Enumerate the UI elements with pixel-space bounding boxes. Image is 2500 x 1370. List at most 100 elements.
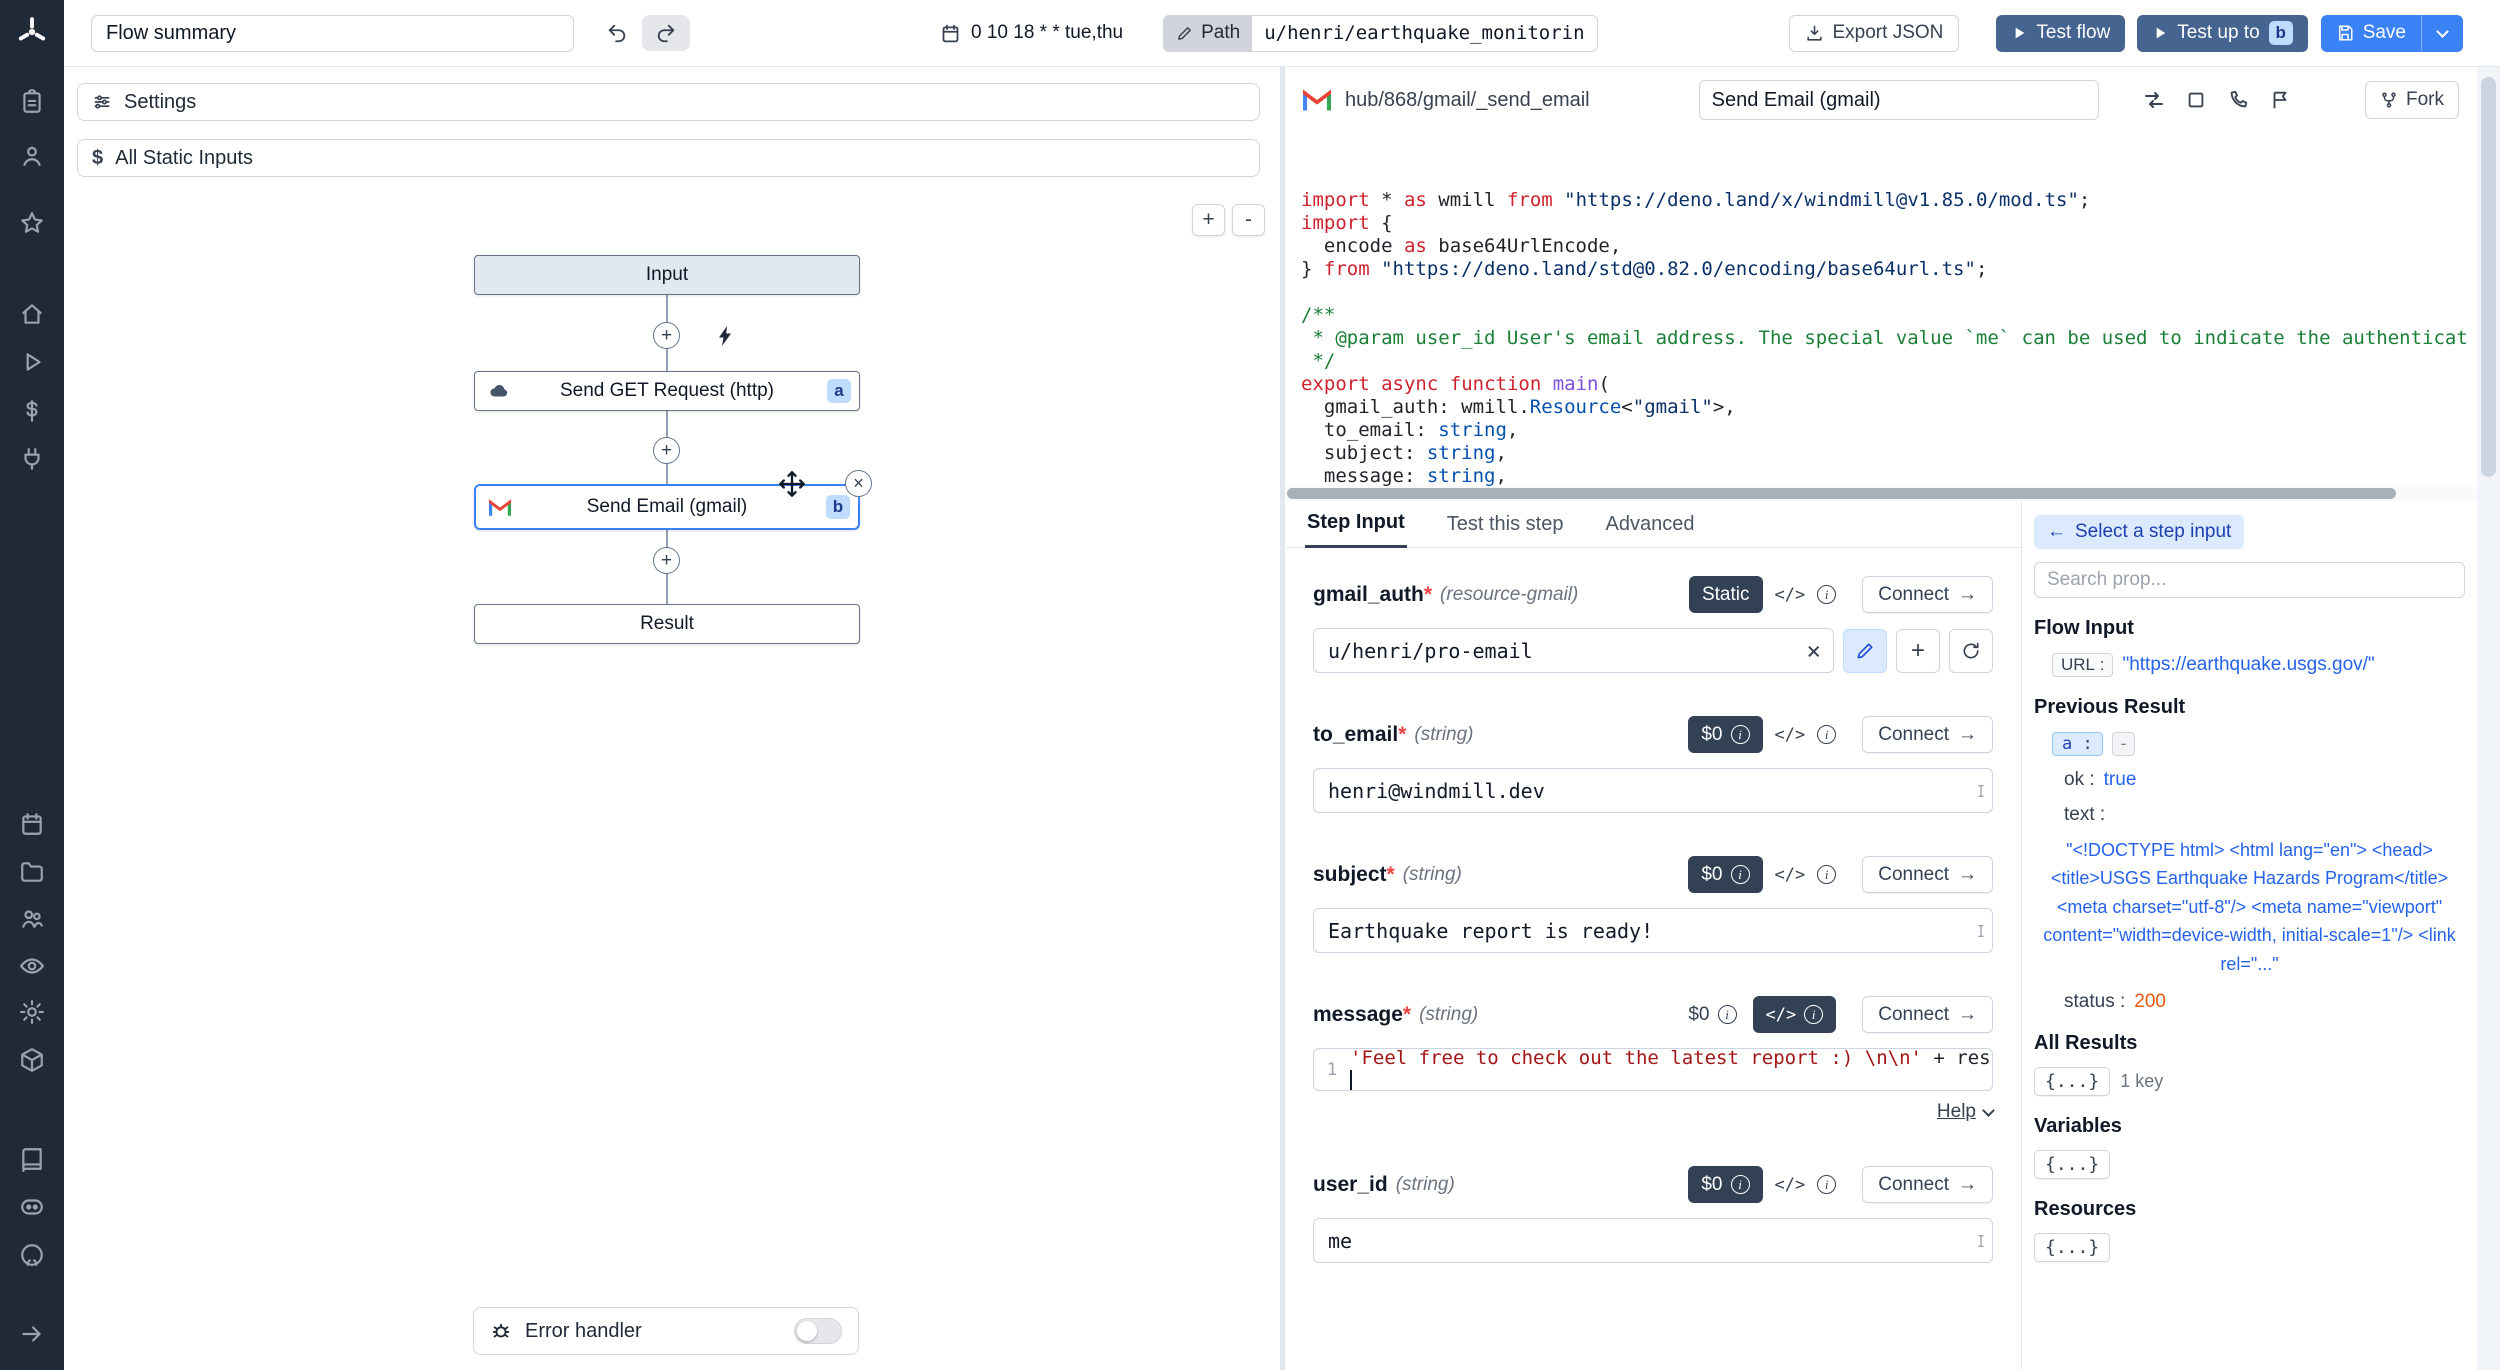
github-icon[interactable] <box>19 1242 45 1268</box>
edit-resource-button[interactable] <box>1843 629 1887 673</box>
info-icon[interactable] <box>1817 856 1836 893</box>
connect-button[interactable]: Connect <box>1862 856 1993 893</box>
code-mode-icon[interactable] <box>1775 576 1806 613</box>
mode-expr-button[interactable]: $0 <box>1684 996 1740 1033</box>
eye-icon[interactable] <box>19 953 45 979</box>
gear-icon[interactable] <box>19 999 45 1025</box>
flow-summary-input[interactable] <box>91 15 574 52</box>
prop-row-a[interactable]: a - <box>2034 732 2465 756</box>
test-flow-button[interactable]: Test flow <box>1996 15 2125 52</box>
cube-icon[interactable] <box>19 1047 45 1073</box>
mode-expr-button[interactable]: $0 <box>1688 1166 1762 1203</box>
variables-object-chip[interactable]: {...} <box>2034 1150 2110 1179</box>
flow-node-http[interactable]: Send GET Request (http) a <box>474 371 860 411</box>
search-prop-input[interactable] <box>2034 562 2465 598</box>
user-id-input[interactable]: me <box>1313 1218 1993 1263</box>
code-horizontal-scrollbar[interactable] <box>1285 486 2477 501</box>
prop-row-ok[interactable]: ok true <box>2034 769 2465 791</box>
error-handler-row[interactable]: Error handler <box>473 1307 859 1355</box>
book-icon[interactable] <box>19 1146 45 1172</box>
swap-arrows-icon[interactable] <box>2141 87 2167 113</box>
discord-icon[interactable] <box>19 1194 45 1220</box>
phone-icon[interactable] <box>2225 87 2251 113</box>
users-group-icon[interactable] <box>19 905 45 931</box>
code-mode-icon[interactable] <box>1775 716 1806 753</box>
test-up-to-button[interactable]: Test up to b <box>2137 15 2307 52</box>
prop-row-text[interactable]: text <box>2034 804 2465 826</box>
connect-button[interactable]: Connect <box>1862 576 1993 613</box>
tab-advanced[interactable]: Advanced <box>1603 513 1696 547</box>
undo-button[interactable] <box>598 15 636 51</box>
vertical-scrollbar[interactable] <box>2477 67 2500 1370</box>
info-icon[interactable] <box>1817 716 1836 753</box>
info-icon[interactable] <box>1817 1166 1836 1203</box>
schedule-cron[interactable]: 0 10 18 * * tue,thu <box>940 22 1123 44</box>
to-email-input[interactable]: henri@windmill.dev <box>1313 768 1993 813</box>
folder-icon[interactable] <box>19 859 45 885</box>
flow-node-input[interactable]: Input <box>474 255 860 295</box>
mode-expr-button[interactable]: $0 <box>1688 856 1762 893</box>
error-handler-toggle[interactable] <box>794 1318 842 1344</box>
help-link[interactable]: Help <box>1937 1101 1976 1123</box>
export-json-button[interactable]: Export JSON <box>1789 15 1960 52</box>
star-icon[interactable] <box>19 210 45 236</box>
home-icon[interactable] <box>19 301 45 327</box>
save-button[interactable]: Save <box>2321 15 2421 52</box>
flow-node-result[interactable]: Result <box>474 604 860 644</box>
code-mode-icon <box>1766 1004 1797 1026</box>
subject-input[interactable]: Earthquake report is ready! <box>1313 908 1993 953</box>
expression-help[interactable]: Help <box>1313 1101 1993 1123</box>
flow-settings-bar[interactable]: Settings <box>77 83 1260 121</box>
close-icon[interactable] <box>845 470 872 497</box>
mode-expr-button[interactable]: $0 <box>1688 716 1762 753</box>
code-mode-button-active[interactable] <box>1753 996 1837 1033</box>
message-expression-editor[interactable]: 1 'Feel free to check out the latest rep… <box>1313 1048 1993 1091</box>
refresh-resource-button[interactable] <box>1949 629 1993 673</box>
clear-icon[interactable] <box>1807 639 1821 663</box>
tab-step-input[interactable]: Step Input <box>1305 511 1407 548</box>
connect-button[interactable]: Connect <box>1862 716 1993 753</box>
prop-key-a: a <box>2052 732 2103 756</box>
insert-step-button[interactable] <box>653 547 680 574</box>
select-step-input-button[interactable]: Select a step input <box>2034 515 2244 549</box>
scrollbar-thumb[interactable] <box>1287 488 2396 499</box>
prop-value-text[interactable]: "<!DOCTYPE html> <html lang="en"> <head>… <box>2034 836 2465 978</box>
move-cross-icon[interactable] <box>778 470 806 498</box>
dollar-icon[interactable] <box>19 398 45 424</box>
user-icon[interactable] <box>19 143 45 169</box>
insert-step-button[interactable] <box>653 437 680 464</box>
code-mode-icon[interactable] <box>1775 1166 1806 1203</box>
all-results-object-chip[interactable]: {...} <box>2034 1067 2110 1096</box>
code-editor[interactable]: import * as wmill from "https://deno.lan… <box>1285 133 2477 501</box>
square-icon[interactable] <box>2183 87 2209 113</box>
resource-picker-input[interactable]: u/henri/pro-email <box>1313 628 1834 673</box>
windmill-logo[interactable] <box>15 15 49 49</box>
save-menu-button[interactable] <box>2421 15 2463 52</box>
play-icon[interactable] <box>19 349 45 375</box>
mode-static-button[interactable]: Static <box>1689 576 1763 613</box>
redo-button[interactable] <box>642 15 690 51</box>
static-inputs-bar[interactable]: $ All Static Inputs <box>77 139 1260 177</box>
add-resource-button[interactable] <box>1896 629 1940 673</box>
insert-step-button[interactable] <box>653 322 680 349</box>
lightning-icon[interactable] <box>714 324 738 348</box>
code-mode-icon[interactable] <box>1775 856 1806 893</box>
tab-test-this-step[interactable]: Test this step <box>1445 513 1566 547</box>
fork-button[interactable]: Fork <box>2365 81 2459 119</box>
step-name-input[interactable] <box>1699 80 2099 120</box>
flow-path-control[interactable]: Path u/henri/earthquake_monitorin <box>1163 15 1597 52</box>
resources-object-chip[interactable]: {...} <box>2034 1233 2110 1262</box>
scrollbar-thumb[interactable] <box>2481 77 2496 477</box>
expand-sidebar-arrow-icon[interactable] <box>19 1321 45 1347</box>
prop-row-url[interactable]: URL "https://earthquake.usgs.gov/" <box>2034 653 2465 677</box>
flag-icon[interactable] <box>2267 87 2293 113</box>
plug-icon[interactable] <box>19 446 45 472</box>
connect-button[interactable]: Connect <box>1862 1166 1993 1203</box>
connect-button[interactable]: Connect <box>1862 996 1993 1033</box>
calendar-icon[interactable] <box>19 811 45 837</box>
clipboard-icon[interactable] <box>19 89 45 115</box>
zoom-in-button[interactable]: + <box>1192 204 1225 236</box>
prop-row-status[interactable]: status 200 <box>2034 991 2465 1013</box>
zoom-out-button[interactable]: - <box>1232 204 1265 236</box>
info-icon[interactable] <box>1817 576 1836 613</box>
